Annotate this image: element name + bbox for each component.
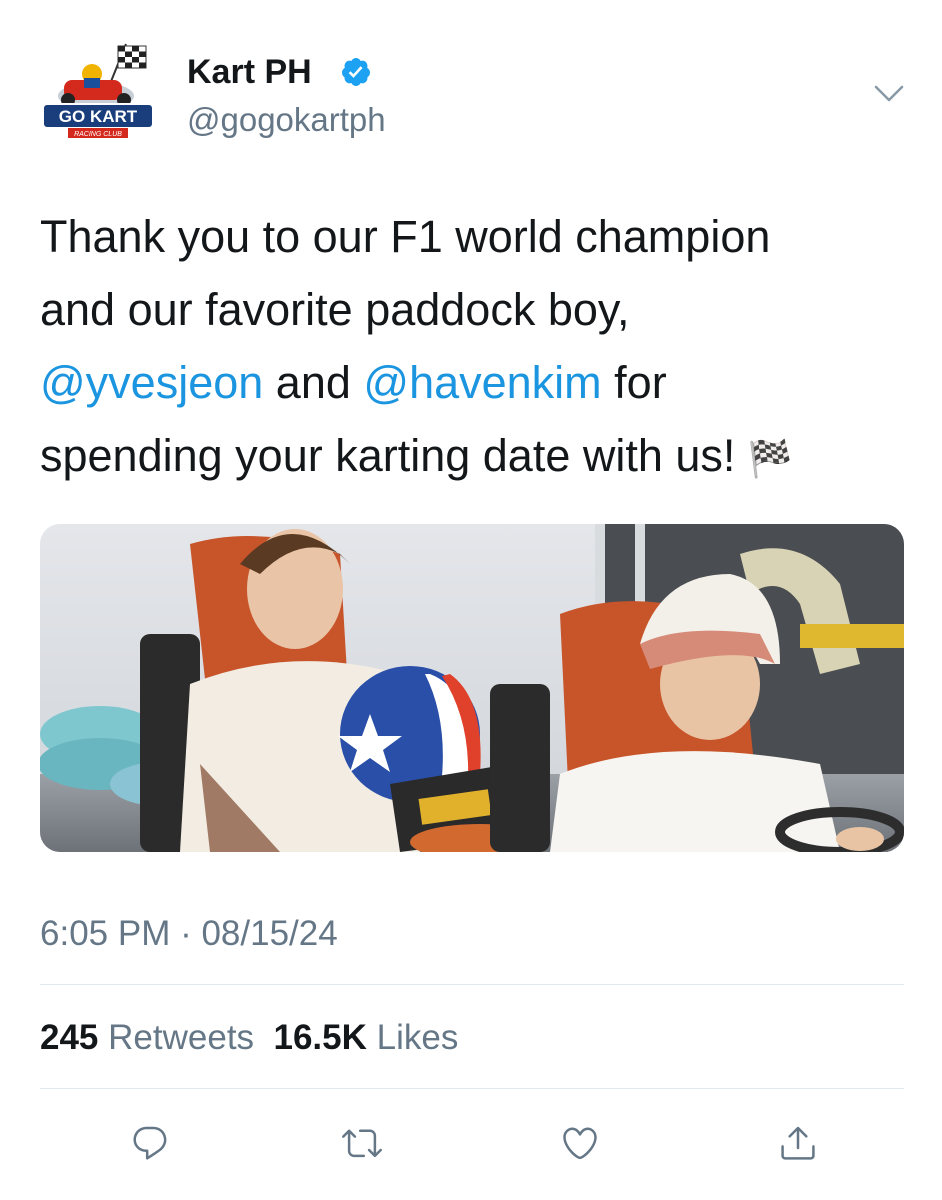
heart-icon [563, 1127, 597, 1160]
checkered-flag-emoji: 🏁 [747, 438, 793, 479]
mention-link[interactable]: @havenkim [363, 357, 601, 408]
go-kart-logo-icon: GO KART RACING CLUB [42, 43, 154, 138]
share-icon [781, 1126, 815, 1160]
author-avatar[interactable]: GO KART RACING CLUB [40, 40, 158, 140]
avatar-logo-subtext: RACING CLUB [74, 131, 122, 138]
tweet-line: and our favorite paddock boy, [40, 284, 630, 335]
tweet-line: @yvesjeon and @havenkim for [40, 346, 910, 419]
tweet-header: GO KART RACING CLUB Kart PH @gogokartph [0, 0, 942, 170]
chevron-down-icon[interactable] [873, 82, 905, 106]
tweet-text-fragment: and [263, 357, 364, 408]
divider [40, 984, 904, 985]
retweets-stat[interactable]: 245 Retweets [40, 1018, 254, 1057]
avatar-logo-text: GO KART [59, 107, 138, 126]
retweets-count: 245 [40, 1018, 99, 1057]
retweets-label: Retweets [108, 1018, 255, 1057]
tweet-line: spending your karting date with us! 🏁 [40, 419, 910, 495]
tweet-body: Thank you to our F1 world champion and o… [40, 200, 910, 495]
retweet-button[interactable] [337, 1118, 387, 1168]
engagement-stats: 245 Retweets 16.5K Likes [40, 1016, 458, 1060]
divider [40, 1088, 904, 1089]
reply-icon [133, 1126, 167, 1160]
author-handle[interactable]: @gogokartph [187, 100, 386, 140]
author-name[interactable]: Kart PH [187, 52, 312, 92]
photo-two-drivers-icon [40, 524, 904, 852]
tweet-text-fragment: spending your karting date with us! [40, 430, 748, 481]
tweet-line: Thank you to our F1 world champion [40, 211, 771, 262]
tweet-photo[interactable] [40, 524, 904, 852]
tweet-timestamp[interactable]: 6:05 PM · 08/15/24 [40, 912, 338, 956]
verified-badge-icon [341, 58, 370, 86]
retweet-icon [342, 1129, 382, 1158]
tweet-text-fragment: for [601, 357, 667, 408]
like-button[interactable] [555, 1118, 605, 1168]
mention-link[interactable]: @yvesjeon [40, 357, 263, 408]
reply-button[interactable] [125, 1118, 175, 1168]
likes-label: Likes [376, 1018, 459, 1057]
share-button[interactable] [773, 1118, 823, 1168]
likes-count: 16.5K [273, 1018, 367, 1057]
likes-stat[interactable]: 16.5K Likes [274, 1018, 459, 1057]
